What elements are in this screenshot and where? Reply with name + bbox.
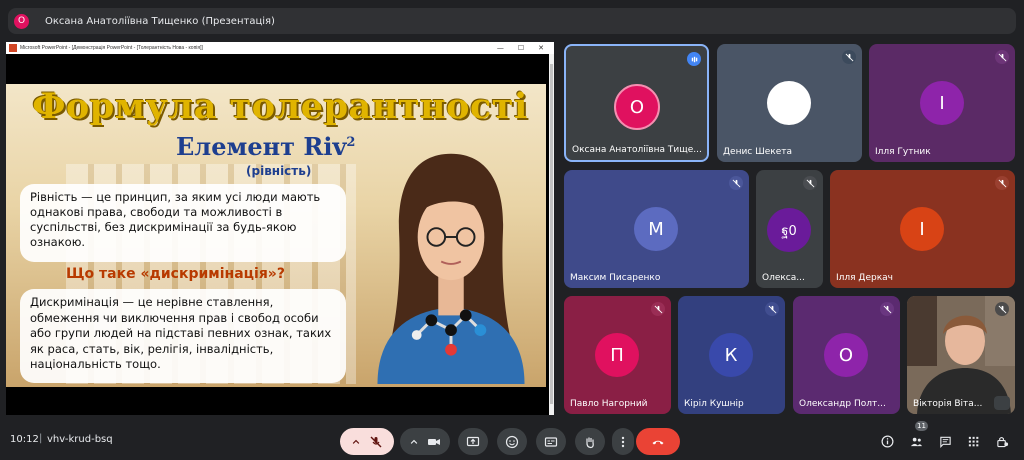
people-button[interactable] [909, 434, 923, 448]
apps-icon [968, 436, 978, 446]
meeting-details-button[interactable] [880, 434, 894, 448]
mic-off-icon [880, 302, 894, 316]
slide-question: Що таке «дискримінація»? [66, 266, 285, 282]
participant-video-tile[interactable]: Вікторія Віта... [907, 296, 1015, 414]
host-controls-button[interactable] [995, 434, 1009, 448]
participant-tile[interactable]: Денис Шекета [717, 44, 862, 162]
present-screen-icon [466, 436, 480, 446]
participant-name: Павло Нагорний [570, 399, 648, 409]
emoji-icon [505, 435, 519, 448]
mic-off-icon [765, 302, 779, 316]
participant-name: Олександр Полт... [799, 399, 886, 409]
student-illustration [377, 153, 525, 384]
participant-name: Олекса... [762, 273, 805, 283]
avatar: ฐ0 [767, 208, 811, 252]
separator: | [39, 433, 43, 444]
participant-name: Оксана Анатоліївна Тище... [572, 145, 702, 155]
mic-off-icon [995, 50, 1009, 64]
participant-tile[interactable]: К Кіріл Кушнір [678, 296, 785, 414]
people-icon [910, 437, 922, 446]
mic-off-icon [651, 302, 665, 316]
activities-button[interactable] [966, 434, 980, 448]
participant-tile[interactable]: І Ілля Деркач [830, 170, 1015, 288]
participant-name: Ілля Гутник [875, 147, 931, 157]
end-call-icon [652, 440, 664, 444]
definition-box-discrimination: Дискримінація — це нерівне ставлення, об… [20, 289, 346, 383]
chat-icon [939, 436, 951, 448]
maximize-icon: ☐ [517, 44, 525, 52]
lock-person-icon [996, 436, 1008, 447]
participant-count-badge: 11 [915, 421, 928, 431]
more-vert-icon [621, 436, 625, 447]
participant-tile[interactable]: ฐ0 Олекса... [756, 170, 823, 288]
avatar: О [824, 333, 868, 377]
powerpoint-icon [9, 44, 17, 52]
participant-tile[interactable]: П Павло Нагорний [564, 296, 671, 414]
scrollbar-thumb[interactable] [550, 64, 553, 404]
slide: Формула толерантності Елемент Riv2 (рівн… [6, 84, 546, 387]
clock: 10:12 [10, 434, 39, 445]
mic-off-icon [370, 436, 382, 447]
leave-call-button[interactable] [636, 428, 680, 455]
reactions-button[interactable] [497, 428, 527, 455]
chevron-up-icon[interactable] [351, 437, 361, 447]
presenter-avatar: О [14, 13, 29, 29]
participant-name: Максим Писаренко [570, 273, 661, 283]
avatar: І [920, 81, 964, 125]
close-icon: ✕ [538, 44, 544, 52]
mic-off-icon [842, 50, 856, 64]
participant-tile[interactable]: М Максим Писаренко [564, 170, 749, 288]
participant-name: Вікторія Віта... [913, 399, 983, 409]
mic-off-icon [995, 302, 1009, 316]
avatar: І [900, 207, 944, 251]
participant-name: Денис Шекета [723, 147, 793, 157]
chevron-up-icon[interactable] [409, 437, 419, 447]
avatar [767, 81, 811, 125]
captions-icon [544, 436, 558, 447]
meeting-code: vhv-krud-bsq [47, 434, 113, 445]
present-screen-button[interactable] [458, 428, 488, 455]
hand-icon [586, 437, 594, 448]
scrollbar[interactable] [549, 54, 554, 415]
slide-subtitle-note: (рівність) [246, 164, 312, 178]
video-camera-icon [428, 438, 440, 445]
captions-button[interactable] [536, 428, 566, 455]
more-options-button[interactable] [612, 428, 634, 455]
camera-toggle-button[interactable] [400, 428, 450, 455]
picture-in-picture-icon[interactable] [994, 396, 1010, 410]
presentation-title: Оксана Анатоліївна Тищенко (Презентація) [45, 15, 275, 27]
microphone-toggle-button[interactable] [340, 428, 394, 455]
avatar: К [709, 333, 753, 377]
minimize-icon: — [496, 44, 504, 52]
participant-tile[interactable]: О Оксана Анатоліївна Тище... [564, 44, 709, 162]
powerpoint-window-title: Microsoft PowerPoint - [Демонстрація Pow… [20, 45, 203, 51]
call-controls-bar: 10:12 | vhv-krud-bsq [0, 422, 1024, 460]
participant-tile[interactable]: І Ілля Гутник [869, 44, 1015, 162]
presentation-header: О Оксана Анатоліївна Тищенко (Презентаці… [8, 8, 1016, 34]
participant-tile[interactable]: О Олександр Полт... [793, 296, 900, 414]
slide-title: Формула толерантності [32, 86, 528, 127]
speaking-indicator-icon [687, 52, 701, 66]
chat-button[interactable] [938, 434, 952, 448]
info-icon [881, 435, 893, 447]
participant-name: Ілля Деркач [836, 273, 893, 283]
avatar: П [595, 333, 639, 377]
raise-hand-button[interactable] [575, 428, 605, 455]
mic-off-icon [995, 176, 1009, 190]
mic-off-icon [803, 176, 817, 190]
slide-subtitle: Елемент Riv2 [176, 132, 356, 161]
powerpoint-titlebar: Microsoft PowerPoint - [Демонстрація Pow… [6, 42, 554, 54]
shared-screen[interactable]: Microsoft PowerPoint - [Демонстрація Pow… [6, 42, 554, 415]
definition-box-equality: Рівність — це принцип, за яким усі люди … [20, 184, 346, 262]
mic-off-icon [729, 176, 743, 190]
avatar: О [614, 84, 660, 130]
avatar: М [634, 207, 678, 251]
participant-name: Кіріл Кушнір [684, 399, 744, 409]
